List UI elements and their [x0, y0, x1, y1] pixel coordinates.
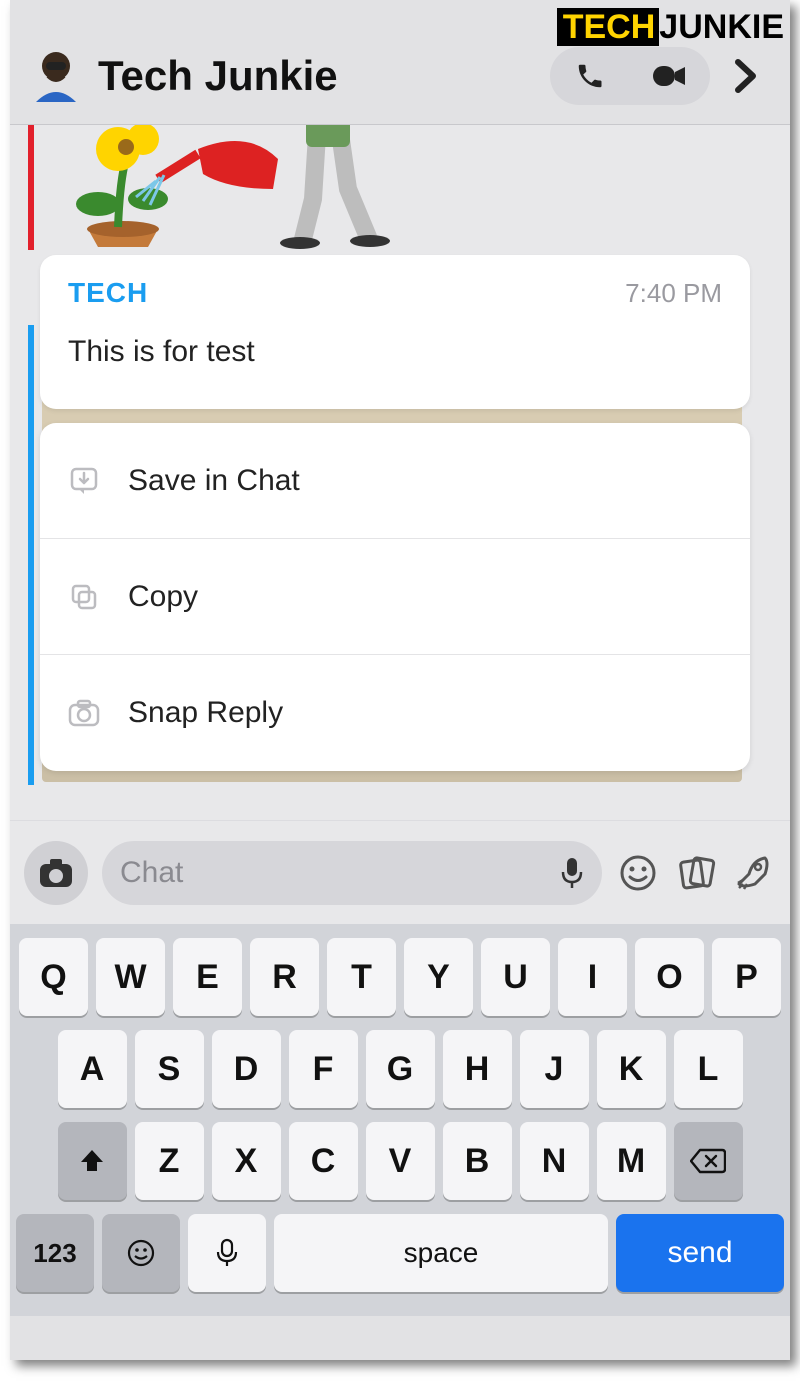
key-k[interactable]: K — [597, 1030, 666, 1108]
avatar[interactable] — [24, 44, 88, 108]
rocket-button[interactable] — [732, 854, 776, 892]
dictation-key[interactable] — [188, 1214, 266, 1292]
shift-key[interactable] — [58, 1122, 127, 1200]
message-card[interactable]: TECH 7:40 PM This is for test — [40, 255, 750, 409]
menu-save-in-chat[interactable]: Save in Chat — [40, 423, 750, 539]
key-l[interactable]: L — [674, 1030, 743, 1108]
key-n[interactable]: N — [520, 1122, 589, 1200]
key-p[interactable]: P — [712, 938, 781, 1016]
key-j[interactable]: J — [520, 1030, 589, 1108]
copy-icon — [64, 582, 104, 612]
watermark-techjunkie: TECHJUNKIE — [557, 8, 784, 47]
shift-icon — [78, 1147, 106, 1175]
key-c[interactable]: C — [289, 1122, 358, 1200]
key-v[interactable]: V — [366, 1122, 435, 1200]
emoji-key[interactable] — [102, 1214, 180, 1292]
message-time: 7:40 PM — [625, 278, 722, 309]
key-o[interactable]: O — [635, 938, 704, 1016]
key-x[interactable]: X — [212, 1122, 281, 1200]
key-e[interactable]: E — [173, 938, 242, 1016]
chat-input-bar: Chat — [10, 820, 790, 924]
send-key[interactable]: send — [616, 1214, 784, 1292]
numbers-key[interactable]: 123 — [16, 1214, 94, 1292]
mic-icon — [216, 1238, 238, 1268]
rocket-icon — [735, 854, 773, 892]
video-call-button[interactable] — [630, 47, 710, 105]
key-h[interactable]: H — [443, 1030, 512, 1108]
key-s[interactable]: S — [135, 1030, 204, 1108]
key-q[interactable]: Q — [19, 938, 88, 1016]
key-w[interactable]: W — [96, 938, 165, 1016]
phone-icon — [575, 61, 605, 91]
blue-thread-bar — [28, 325, 34, 785]
menu-item-label: Save in Chat — [128, 464, 300, 498]
key-b[interactable]: B — [443, 1122, 512, 1200]
key-g[interactable]: G — [366, 1030, 435, 1108]
bitmoji-sticker — [48, 125, 428, 249]
smiley-icon — [126, 1238, 156, 1268]
key-i[interactable]: I — [558, 938, 627, 1016]
key-d[interactable]: D — [212, 1030, 281, 1108]
save-in-chat-icon — [64, 466, 104, 496]
menu-copy[interactable]: Copy — [40, 539, 750, 655]
key-a[interactable]: A — [58, 1030, 127, 1108]
key-m[interactable]: M — [597, 1122, 666, 1200]
menu-snap-reply[interactable]: Snap Reply — [40, 655, 750, 771]
keyboard: QWERTYUIOP ASDFGHJKL ZXCVBNM 123 space s… — [10, 924, 790, 1316]
key-y[interactable]: Y — [404, 938, 473, 1016]
chat-input[interactable]: Chat — [102, 841, 602, 905]
chat-area: TECH 7:40 PM This is for test Save in Ch… — [10, 125, 790, 820]
red-thread-bar — [28, 125, 34, 250]
chat-title: Tech Junkie — [98, 52, 550, 100]
mic-icon[interactable] — [560, 856, 584, 890]
key-z[interactable]: Z — [135, 1122, 204, 1200]
audio-call-button[interactable] — [550, 47, 630, 105]
space-key[interactable]: space — [274, 1214, 608, 1292]
menu-item-label: Snap Reply — [128, 696, 283, 730]
chevron-right-button[interactable] — [716, 47, 776, 105]
key-u[interactable]: U — [481, 938, 550, 1016]
menu-item-label: Copy — [128, 580, 198, 614]
chevron-right-icon — [735, 59, 757, 93]
backspace-key[interactable] — [674, 1122, 743, 1200]
cards-button[interactable] — [674, 855, 718, 891]
backspace-icon — [690, 1148, 726, 1174]
smiley-icon — [619, 854, 657, 892]
message-text: This is for test — [68, 335, 722, 369]
cards-icon — [676, 855, 716, 891]
key-r[interactable]: R — [250, 938, 319, 1016]
call-buttons — [550, 47, 710, 105]
message-sender: TECH — [68, 277, 148, 309]
camera-icon — [39, 858, 73, 888]
context-menu: Save in Chat Copy Snap Reply — [40, 423, 750, 771]
snap-reply-icon — [64, 699, 104, 727]
key-t[interactable]: T — [327, 938, 396, 1016]
chat-placeholder: Chat — [120, 856, 183, 890]
emoji-button[interactable] — [616, 854, 660, 892]
key-f[interactable]: F — [289, 1030, 358, 1108]
camera-button[interactable] — [24, 841, 88, 905]
video-icon — [653, 64, 687, 88]
